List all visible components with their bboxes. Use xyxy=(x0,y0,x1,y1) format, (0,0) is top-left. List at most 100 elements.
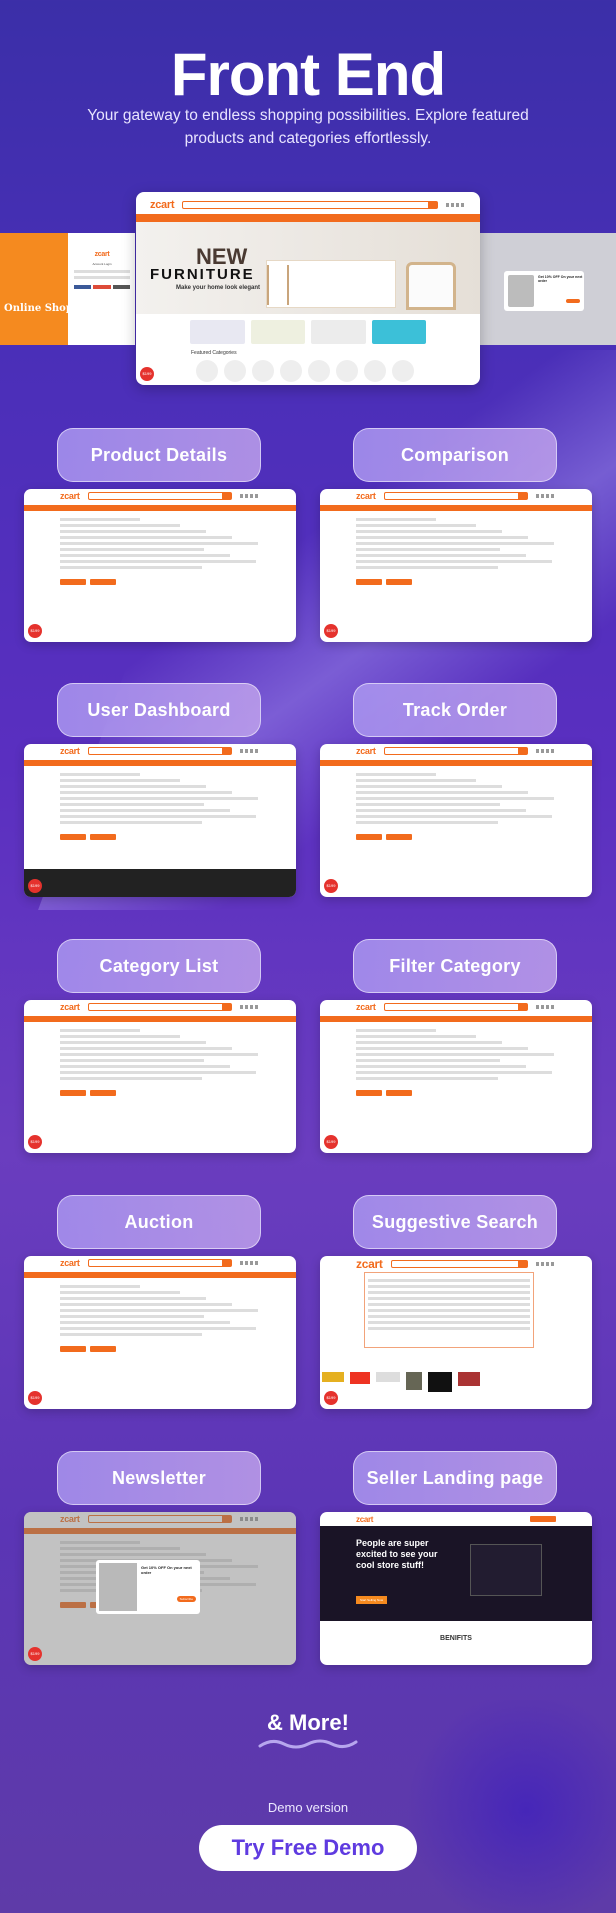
sale-badge: $199 xyxy=(140,367,154,381)
brand-logo: zcart xyxy=(356,491,376,501)
hero-banner: NEW FURNITURE Make your home look elegan… xyxy=(136,222,480,314)
sale-badge: $199 xyxy=(28,1647,42,1661)
demo-version-label: Demo version xyxy=(267,1800,349,1815)
seller-hero: People are super excited to see your coo… xyxy=(320,1526,592,1621)
header-icons xyxy=(446,203,466,207)
brand-logo: zcart xyxy=(356,746,376,756)
newsletter-popup: Get 10% OFF On your next order Subscribe xyxy=(96,1560,200,1614)
brand-logo: zcart xyxy=(60,491,80,501)
search-bar xyxy=(87,1259,232,1267)
sale-badge: $199 xyxy=(28,624,42,638)
sale-badge: $199 xyxy=(324,879,338,893)
newsletter-popup-preview: Get 10% OFF On your next order xyxy=(480,233,616,345)
sale-badge: $199 xyxy=(324,624,338,638)
online-shopping-illustration xyxy=(0,233,68,345)
promo-skincare xyxy=(311,320,366,344)
page-body xyxy=(320,511,592,631)
promo-row xyxy=(136,314,480,348)
preview-newsletter[interactable]: zcart Get 10% OFF On your next order Subs… xyxy=(24,1512,296,1665)
site-header: zcart xyxy=(320,1256,592,1272)
preview-user-dashboard[interactable]: zcart $199 xyxy=(24,744,296,897)
subscribe-button: Subscribe xyxy=(176,1596,196,1602)
search-bar xyxy=(383,1003,528,1011)
brand-logo: zcart xyxy=(356,1002,376,1012)
preview-product-details[interactable]: zcart $199 xyxy=(24,489,296,642)
promo-watch xyxy=(371,320,426,344)
banner-headline-2: FURNITURE xyxy=(150,266,255,283)
section-label-product-details[interactable]: Product Details xyxy=(57,428,261,482)
search-bar xyxy=(182,201,438,209)
benefits-heading: BENIFITS xyxy=(440,1635,472,1642)
preview-suggestive-search[interactable]: zcart $199 xyxy=(320,1256,592,1409)
section-label-filter-category[interactable]: Filter Category xyxy=(353,939,557,993)
header-icons xyxy=(536,1262,556,1266)
brand-logo: zcart xyxy=(60,1258,80,1268)
more-heading: & More! xyxy=(267,1710,349,1735)
search-bar xyxy=(383,747,528,755)
nav-bar xyxy=(136,214,480,222)
try-free-demo-button[interactable]: Try Free Demo xyxy=(199,1825,417,1871)
online-shopping-caption: Online Shopping xyxy=(4,303,98,314)
promo-jewelry xyxy=(190,320,245,344)
page-title: Front End xyxy=(170,41,446,108)
preview-track-order[interactable]: zcart $199 xyxy=(320,744,592,897)
login-title: Account Login xyxy=(92,262,112,266)
header-icons xyxy=(536,494,556,498)
search-suggestions xyxy=(364,1272,534,1348)
site-header: zcart xyxy=(24,744,296,758)
section-label-user-dashboard[interactable]: User Dashboard xyxy=(57,683,261,737)
section-label-comparison[interactable]: Comparison xyxy=(353,428,557,482)
preview-seller-landing-page[interactable]: zcart People are super excited to see you… xyxy=(320,1512,592,1665)
header-icons xyxy=(240,1261,260,1265)
newsletter-footer xyxy=(24,869,296,897)
seller-headline: People are super excited to see your coo… xyxy=(356,1538,438,1570)
sale-badge: $199 xyxy=(28,1135,42,1149)
sale-badge: $199 xyxy=(324,1391,338,1405)
cabinet-image xyxy=(266,260,396,308)
search-bar xyxy=(87,1003,232,1011)
search-bar xyxy=(383,492,528,500)
page-body xyxy=(24,511,296,631)
site-header: zcart xyxy=(136,198,480,212)
page-body xyxy=(320,1272,592,1392)
section-label-newsletter[interactable]: Newsletter xyxy=(57,1451,261,1505)
page-body xyxy=(320,1022,592,1142)
page-body xyxy=(24,1022,296,1142)
header-icons xyxy=(240,1005,260,1009)
site-header: zcart xyxy=(24,489,296,503)
brand-logo: zcart xyxy=(356,1514,374,1524)
sale-badge: $199 xyxy=(28,879,42,893)
brand-logo: zcart xyxy=(60,746,80,756)
search-bar xyxy=(87,492,232,500)
category-circles xyxy=(136,358,480,384)
page-body xyxy=(24,1278,296,1398)
search-bar xyxy=(87,747,232,755)
section-label-category-list[interactable]: Category List xyxy=(57,939,261,993)
popup-title: Get 10% OFF On your next order xyxy=(141,1565,192,1575)
sale-badge: $199 xyxy=(324,1135,338,1149)
banner-tagline: Make your home look elegant xyxy=(176,285,261,291)
promo-furniture xyxy=(250,320,305,344)
preview-auction[interactable]: zcart $199 xyxy=(24,1256,296,1409)
brand-logo: zcart xyxy=(60,1002,80,1012)
preview-filter-category[interactable]: zcart $199 xyxy=(320,1000,592,1153)
site-header: zcart xyxy=(24,1000,296,1014)
login-form-preview: zcart Account Login xyxy=(74,251,130,289)
preview-category-list[interactable]: zcart $199 xyxy=(24,1000,296,1153)
login-page-preview: Online Shopping zcart Account Login xyxy=(0,233,135,345)
brand-logo: zcart xyxy=(150,199,175,211)
section-label-auction[interactable]: Auction xyxy=(57,1195,261,1249)
contact-button xyxy=(530,1516,556,1522)
homepage-preview[interactable]: zcart NEW FURNITURE Make your home look … xyxy=(136,192,480,385)
site-header: zcart xyxy=(320,1512,592,1526)
chair-image xyxy=(406,262,456,310)
section-label-suggestive-search[interactable]: Suggestive Search xyxy=(353,1195,557,1249)
section-label-track-order[interactable]: Track Order xyxy=(353,683,557,737)
section-label-seller-landing-page[interactable]: Seller Landing page xyxy=(353,1451,557,1505)
popup-card: Get 10% OFF On your next order xyxy=(504,271,584,311)
preview-comparison[interactable]: zcart $199 xyxy=(320,489,592,642)
sale-badge: $199 xyxy=(28,1391,42,1405)
site-header: zcart xyxy=(320,744,592,758)
brand-logo: zcart xyxy=(94,251,110,258)
header-icons xyxy=(536,749,556,753)
